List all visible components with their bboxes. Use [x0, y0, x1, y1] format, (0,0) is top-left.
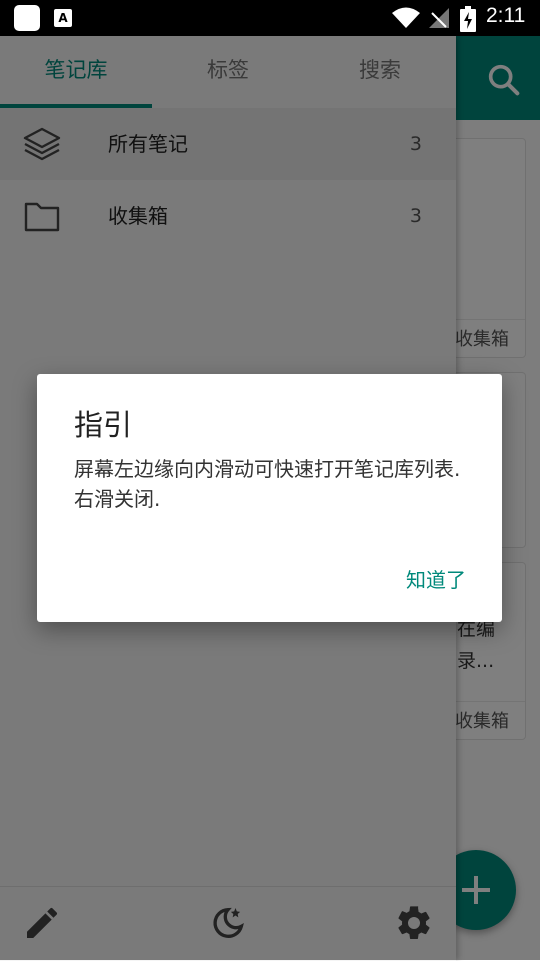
got-it-button[interactable]: 知道了 [406, 564, 466, 593]
wifi-icon [392, 7, 420, 28]
guide-dialog: 指引 屏幕左边缘向内滑动可快速打开笔记库列表. 右滑关闭. 知道了 [37, 374, 502, 622]
status-bar: A 2:11 [0, 0, 540, 36]
dialog-title: 指引 [74, 408, 133, 442]
keyboard-notification-icon: A [54, 9, 72, 27]
dialog-message: 屏幕左边缘向内滑动可快速打开笔记库列表. 右滑关闭. [74, 457, 461, 511]
app-notification-icon [14, 5, 40, 31]
battery-charging-icon [460, 6, 476, 32]
status-time: 2:11 [486, 4, 526, 27]
signal-icon [429, 8, 449, 28]
